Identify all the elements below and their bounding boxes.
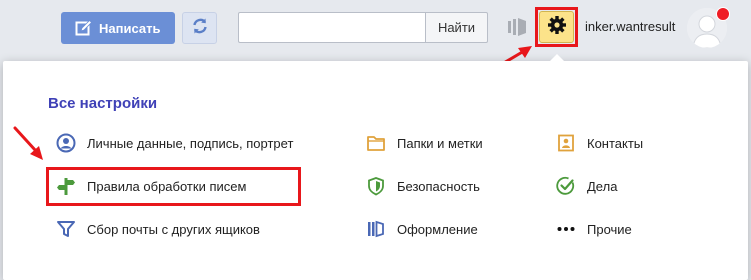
search-input[interactable] bbox=[238, 12, 425, 43]
setting-label: Сбор почты с других ящиков bbox=[87, 221, 260, 237]
annotation-arrow-rules bbox=[13, 126, 43, 160]
notification-badge bbox=[716, 7, 730, 21]
setting-label: Личные данные, подпись, портрет bbox=[87, 135, 294, 151]
setting-label: Дела bbox=[587, 178, 618, 194]
theme-book-icon bbox=[365, 218, 387, 240]
mail-page: Написать Найти inker.wantresult Все наст… bbox=[0, 0, 751, 280]
person-circle-icon bbox=[55, 132, 77, 154]
setting-label: Оформление bbox=[397, 221, 478, 237]
panel-pointer bbox=[549, 54, 565, 62]
setting-contacts[interactable]: Контакты bbox=[555, 132, 643, 154]
shield-icon bbox=[365, 175, 387, 197]
setting-security[interactable]: Безопасность bbox=[365, 175, 480, 197]
refresh-icon bbox=[191, 17, 209, 40]
setting-folders-labels[interactable]: Папки и метки bbox=[365, 132, 483, 154]
setting-other[interactable]: Прочие bbox=[555, 218, 632, 240]
search-button-label: Найти bbox=[437, 20, 476, 35]
contact-card-icon bbox=[555, 132, 577, 154]
funnel-icon bbox=[55, 218, 77, 240]
setting-label: Папки и метки bbox=[397, 135, 483, 151]
signpost-icon bbox=[55, 175, 77, 197]
setting-label: Правила обработки писем bbox=[87, 178, 247, 194]
compose-label: Написать bbox=[99, 20, 161, 36]
settings-button[interactable] bbox=[539, 11, 574, 43]
username[interactable]: inker.wantresult bbox=[585, 19, 675, 34]
gear-icon bbox=[547, 15, 567, 40]
setting-personal-data[interactable]: Личные данные, подпись, портрет bbox=[55, 132, 293, 154]
folder-icon bbox=[365, 132, 387, 154]
setting-label: Контакты bbox=[587, 135, 644, 151]
more-dots-icon bbox=[555, 218, 577, 240]
panel-title[interactable]: Все настройки bbox=[48, 95, 157, 112]
compose-button[interactable]: Написать bbox=[61, 12, 175, 44]
setting-mail-collector[interactable]: Сбор почты с других ящиков bbox=[55, 218, 260, 240]
setting-tasks[interactable]: Дела bbox=[555, 175, 617, 197]
setting-mail-rules[interactable]: Правила обработки писем bbox=[55, 175, 246, 197]
setting-themes[interactable]: Оформление bbox=[365, 218, 478, 240]
setting-label: Прочие bbox=[587, 221, 632, 237]
refresh-button[interactable] bbox=[182, 12, 217, 44]
pencil-edit-icon bbox=[75, 19, 92, 37]
checkmark-circle-icon bbox=[555, 175, 577, 197]
search-button[interactable]: Найти bbox=[425, 12, 488, 43]
compact-mode-icon[interactable] bbox=[507, 16, 527, 43]
user-silhouette-icon bbox=[687, 8, 727, 48]
setting-label: Безопасность bbox=[397, 178, 480, 194]
